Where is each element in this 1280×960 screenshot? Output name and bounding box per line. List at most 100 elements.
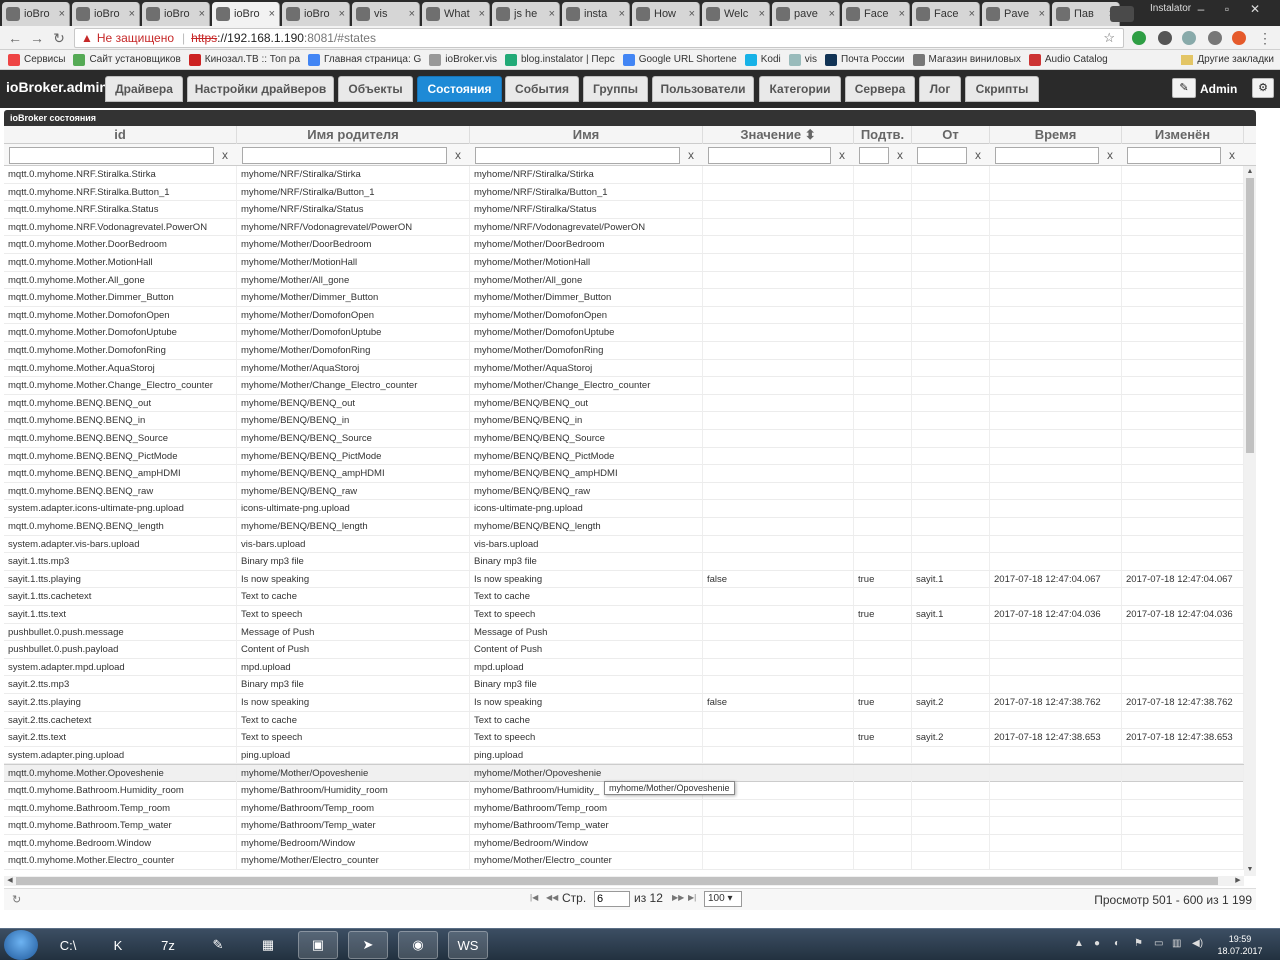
bookmark-item[interactable]: Google URL Shortene <box>622 53 737 66</box>
browser-tab[interactable]: Face × <box>912 2 980 26</box>
table-row[interactable]: mqtt.0.myhome.BENQ.BENQ_Source myhome/BEN… <box>4 430 1244 448</box>
table-row[interactable]: mqtt.0.myhome.BENQ.BENQ_raw myhome/BENQ/B… <box>4 482 1244 501</box>
browser-tab[interactable]: vis × <box>352 2 420 26</box>
table-row[interactable]: mqtt.0.myhome.Mother.MotionHall myhome/Mo… <box>4 254 1244 272</box>
rows-per-page-select[interactable]: 100 ▾ <box>704 891 742 907</box>
browser-tab[interactable]: js he × <box>492 2 560 26</box>
close-tab-icon[interactable]: × <box>479 8 485 20</box>
scroll-down-icon[interactable]: ▼ <box>1244 864 1256 876</box>
nav-tab[interactable]: Категории <box>759 76 841 102</box>
table-row[interactable]: sayit.2.tts.text Text to speech Text to sp… <box>4 729 1244 747</box>
save-icon[interactable]: ▣ <box>298 931 338 959</box>
column-header[interactable]: id <box>4 126 237 144</box>
forward-icon[interactable]: → <box>28 29 46 47</box>
column-filter-input[interactable] <box>1127 147 1221 164</box>
nav-tab[interactable]: Пользователи <box>652 76 754 102</box>
column-header[interactable]: Время <box>990 126 1122 144</box>
kodi-icon[interactable]: K <box>98 931 138 959</box>
column-header[interactable]: Имя <box>470 126 703 144</box>
browser-tab[interactable]: How × <box>632 2 700 26</box>
table-row[interactable]: mqtt.0.myhome.Bedroom.Window myhome/Bedro… <box>4 834 1244 853</box>
table-row[interactable]: mqtt.0.myhome.Mother.DoorBedroom myhome/M… <box>4 236 1244 254</box>
table-row[interactable]: mqtt.0.myhome.Bathroom.Temp_room myhome/B… <box>4 799 1244 818</box>
reload-icon[interactable]: ↻ <box>50 29 68 47</box>
nav-tab[interactable]: Объекты <box>338 76 413 102</box>
bookmark-item[interactable]: Audio Catalog <box>1028 53 1108 66</box>
table-row[interactable]: mqtt.0.myhome.Mother.Opoveshenie myhome/M… <box>4 764 1244 783</box>
column-header[interactable]: От <box>912 126 990 144</box>
table-row[interactable]: mqtt.0.myhome.NRF.Stiralka.Button_1 myhom… <box>4 183 1244 202</box>
table-row[interactable]: pushbullet.0.push.payload Content of Push… <box>4 641 1244 659</box>
close-tab-icon[interactable]: × <box>409 8 415 20</box>
close-tab-icon[interactable]: × <box>129 8 135 20</box>
nav-tab[interactable]: События <box>505 76 579 102</box>
profile-name[interactable]: Instalator <box>1150 3 1191 14</box>
clear-filter-icon[interactable]: x <box>972 147 984 163</box>
page-number-input[interactable] <box>594 891 630 907</box>
last-page-icon[interactable]: ▶| <box>688 893 696 902</box>
close-tab-icon[interactable]: × <box>829 8 835 20</box>
clear-filter-icon[interactable]: x <box>452 147 464 163</box>
nav-tab[interactable]: Лог <box>919 76 961 102</box>
table-row[interactable]: mqtt.0.myhome.Mother.Electro_counter myho… <box>4 852 1244 870</box>
table-row[interactable]: mqtt.0.myhome.Mother.Dimmer_Button myhome… <box>4 289 1244 307</box>
calculator-icon[interactable]: ▦ <box>248 931 288 959</box>
nav-tab[interactable]: Группы <box>583 76 648 102</box>
extension-icon[interactable] <box>1232 31 1246 45</box>
close-tab-icon[interactable]: × <box>339 8 345 20</box>
nav-tab[interactable]: Сервера <box>845 76 915 102</box>
other-bookmarks[interactable]: Другие закладки <box>1181 54 1274 65</box>
bookmark-item[interactable]: Kodi <box>744 53 781 66</box>
browser-tab[interactable]: ioBro × <box>282 2 350 26</box>
table-row[interactable]: mqtt.0.myhome.NRF.Stiralka.Stirka myhome/… <box>4 166 1244 184</box>
table-row[interactable]: mqtt.0.myhome.Mother.AquaStoroj myhome/Mo… <box>4 359 1244 378</box>
gear-icon[interactable]: ⚙ <box>1252 78 1274 98</box>
column-header[interactable]: Подтв. <box>854 126 912 144</box>
nav-tab[interactable]: Настройки драйверов <box>187 76 334 102</box>
new-tab-button[interactable] <box>1110 6 1134 22</box>
close-tab-icon[interactable]: × <box>199 8 205 20</box>
table-row[interactable]: sayit.1.tts.mp3 Binary mp3 file Binary mp3… <box>4 553 1244 571</box>
tray-app-icon[interactable]: ◐ <box>1114 938 1120 949</box>
close-tab-icon[interactable]: × <box>689 8 695 20</box>
flag-icon[interactable]: ⚑ <box>1134 938 1143 949</box>
scroll-right-icon[interactable]: ▶ <box>1232 876 1244 886</box>
bookmark-item[interactable]: blog.instalator | Перс <box>504 53 615 66</box>
extension-icon[interactable] <box>1182 31 1196 45</box>
close-tab-icon[interactable]: × <box>969 8 975 20</box>
close-tab-icon[interactable]: × <box>759 8 765 20</box>
edit-icon[interactable]: ✎ <box>1172 78 1196 98</box>
7zip-icon[interactable]: 7z <box>148 931 188 959</box>
bookmark-star-icon[interactable]: ☆ <box>1103 30 1115 46</box>
maximize-icon[interactable]: ▫ <box>1216 2 1238 16</box>
browser-tab[interactable]: ioBro × <box>142 2 210 26</box>
column-header[interactable]: Изменён <box>1122 126 1244 144</box>
terminal-icon[interactable]: C:\ <box>48 931 88 959</box>
bookmark-item[interactable]: Почта России <box>825 53 905 66</box>
close-tab-icon[interactable]: × <box>619 8 625 20</box>
table-row[interactable]: mqtt.0.myhome.NRF.Vodonagrevatel.PowerON… <box>4 218 1244 237</box>
scroll-up-icon[interactable]: ▲ <box>1244 166 1256 178</box>
table-row[interactable]: system.adapter.mpd.upload mpd.upload mpd.u… <box>4 658 1244 677</box>
table-row[interactable]: system.adapter.ping.upload ping.upload pin… <box>4 746 1244 765</box>
close-tab-icon[interactable]: × <box>59 8 65 20</box>
table-row[interactable]: sayit.1.tts.text Text to speech Text to sp… <box>4 606 1244 624</box>
bookmark-item[interactable]: Главная страница: G <box>308 53 421 66</box>
table-row[interactable]: sayit.2.tts.mp3 Binary mp3 file Binary mp3… <box>4 676 1244 694</box>
table-row[interactable]: sayit.1.tts.playing Is now speaking Is now… <box>4 570 1244 589</box>
first-page-icon[interactable]: |◀ <box>530 893 538 902</box>
table-row[interactable]: sayit.2.tts.playing Is now speaking Is now… <box>4 694 1244 712</box>
extension-icon[interactable] <box>1158 31 1172 45</box>
menu-icon[interactable]: ⋮ <box>1256 29 1274 47</box>
nav-tab[interactable]: Состояния <box>417 76 502 102</box>
table-row[interactable]: system.adapter.vis-bars.upload vis-bars.u… <box>4 535 1244 554</box>
vertical-scrollbar[interactable]: ▲ ▼ <box>1244 166 1256 876</box>
close-tab-icon[interactable]: × <box>899 8 905 20</box>
table-row[interactable]: sayit.2.tts.cachetext Text to cache Text t… <box>4 711 1244 730</box>
minimize-icon[interactable]: – <box>1190 2 1212 16</box>
close-window-icon[interactable]: ✕ <box>1244 2 1266 16</box>
refresh-icon[interactable]: ↻ <box>12 893 21 906</box>
column-filter-input[interactable] <box>859 147 889 164</box>
clear-filter-icon[interactable]: x <box>219 147 231 163</box>
browser-tab[interactable]: What × <box>422 2 490 26</box>
